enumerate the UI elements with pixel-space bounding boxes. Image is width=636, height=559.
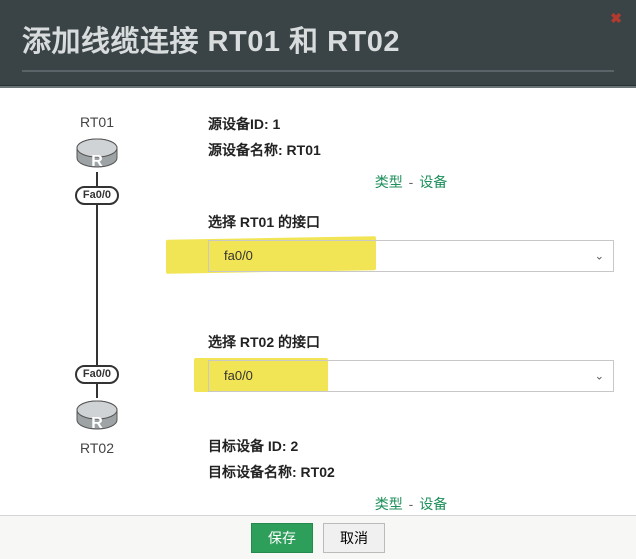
- target-interface-label: 选择 RT02 的接口: [208, 332, 614, 352]
- header-divider: [22, 70, 614, 72]
- source-id-label: 源设备ID: 1: [208, 114, 614, 134]
- router-icon: R: [75, 136, 119, 172]
- source-port-badge: Fa0/0: [75, 186, 119, 205]
- topology-diagram: RT01 R Fa0/0 Fa0/0 R: [22, 114, 172, 528]
- source-interface-select[interactable]: [208, 240, 614, 272]
- type-link[interactable]: 类型: [375, 174, 403, 190]
- add-cable-modal: 添加线缆连接 RT01 和 RT02 ✖ RT01 R Fa0/0 Fa0/0: [0, 0, 636, 559]
- modal-header: 添加线缆连接 RT01 和 RT02 ✖: [0, 0, 636, 88]
- save-button[interactable]: 保存: [251, 523, 313, 553]
- target-links: 类型 - 设备: [208, 494, 614, 514]
- modal-title: 添加线缆连接 RT01 和 RT02: [22, 18, 614, 60]
- source-links: 类型 - 设备: [208, 172, 614, 192]
- connection-line: [96, 205, 98, 365]
- modal-footer: 保存 取消: [0, 515, 636, 559]
- target-port-badge: Fa0/0: [75, 365, 119, 384]
- connection-line: [96, 172, 98, 186]
- link-separator: -: [409, 496, 414, 512]
- target-id-label: 目标设备 ID: 2: [208, 436, 614, 456]
- svg-text:R: R: [91, 415, 103, 432]
- svg-text:R: R: [91, 153, 103, 170]
- target-info-block: 目标设备 ID: 2 目标设备名称: RT02 类型 - 设备: [208, 436, 614, 514]
- router-icon: R: [75, 398, 119, 434]
- connection-line: [96, 384, 98, 398]
- link-separator: -: [409, 174, 414, 190]
- device-link[interactable]: 设备: [419, 496, 447, 512]
- target-interface-select-wrap: fa0/0 ⌄: [208, 360, 614, 392]
- source-device-label: RT01: [80, 114, 114, 130]
- form-column: 源设备ID: 1 源设备名称: RT01 类型 - 设备 选择 RT01 的接口…: [172, 114, 614, 528]
- target-interface-select[interactable]: [208, 360, 614, 392]
- source-interface-label: 选择 RT01 的接口: [208, 212, 614, 232]
- close-icon[interactable]: ✖: [610, 10, 622, 27]
- cancel-button[interactable]: 取消: [323, 523, 385, 553]
- source-name-label: 源设备名称: RT01: [208, 140, 614, 160]
- modal-body: RT01 R Fa0/0 Fa0/0 R: [0, 88, 636, 528]
- device-link[interactable]: 设备: [419, 174, 447, 190]
- source-interface-select-wrap: fa0/0 ⌄: [208, 240, 614, 272]
- target-name-label: 目标设备名称: RT02: [208, 462, 614, 482]
- type-link[interactable]: 类型: [375, 496, 403, 512]
- target-device-label: RT02: [80, 440, 114, 456]
